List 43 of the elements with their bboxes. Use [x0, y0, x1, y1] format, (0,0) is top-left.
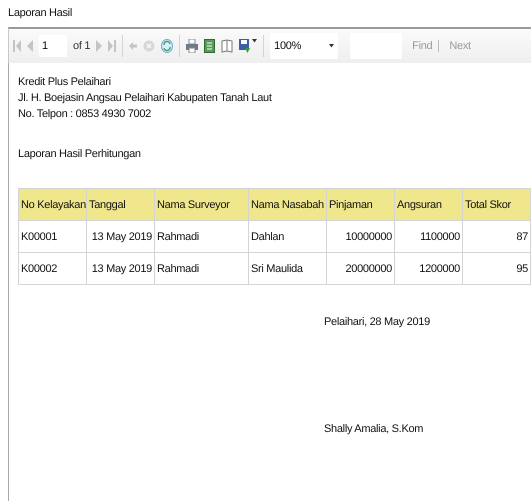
- caret-icon[interactable]: [252, 39, 258, 43]
- table-cell: Rahmadi: [154, 220, 248, 252]
- refresh-icon[interactable]: [161, 39, 174, 53]
- place-date-text: Pelaihari, 28 May 2019: [324, 316, 431, 328]
- page-layout-icon[interactable]: [204, 39, 216, 53]
- column-header: Angsuran: [394, 188, 462, 220]
- table-cell: 1100000: [394, 220, 462, 252]
- report-title: Laporan Hasil Perhitungan: [18, 148, 142, 160]
- print-icon[interactable]: [186, 39, 198, 53]
- column-header: Pinjaman: [326, 188, 394, 220]
- column-header: Nama Surveyor: [154, 188, 248, 220]
- table-cell: K00001: [18, 220, 86, 252]
- caret-icon[interactable]: [329, 44, 334, 48]
- table-cell: K00002: [18, 252, 86, 284]
- table-cell: 10000000: [326, 220, 394, 252]
- report-header-text: Jl. H. Boejasin Angsau Pelaihari Kabupaten Tanah Laut: [18, 91, 273, 106]
- table-cell: 1200000: [394, 252, 462, 284]
- table-cell: 13 May 2019: [86, 252, 154, 284]
- window-title: Laporan Hasil: [7, 6, 73, 21]
- table-cell: Rahmadi: [154, 252, 248, 284]
- signatory-name: Shally Amalia, S.Kom: [324, 423, 424, 435]
- report-header-text: No. Telpon : 0853 4930 7002: [18, 107, 152, 122]
- table-cell: 13 May 2019: [86, 220, 154, 252]
- column-header: No Kelayakan: [18, 188, 86, 220]
- column-header: Tanggal: [86, 188, 154, 220]
- zoom-dropdown[interactable]: 100%: [270, 33, 338, 59]
- previous-page-icon[interactable]: [27, 39, 33, 53]
- table-cell: Dahlan: [248, 220, 326, 252]
- export-button[interactable]: [239, 39, 258, 53]
- column-header: Total Skor: [462, 188, 530, 220]
- table-cell: 95: [462, 252, 530, 284]
- table-cell: 20000000: [326, 252, 394, 284]
- report-header-text: Kredit Plus Pelaihari: [18, 75, 112, 90]
- first-page-icon[interactable]: [13, 39, 21, 53]
- next-page-icon[interactable]: [96, 39, 102, 53]
- table-cell: Sri Maulida: [248, 252, 326, 284]
- column-header: Nama Nasabah: [248, 188, 326, 220]
- page-count: of 1: [73, 40, 90, 52]
- page-number-field[interactable]: 1: [39, 35, 67, 57]
- book-icon[interactable]: [221, 39, 234, 53]
- back-arrow-icon[interactable]: [129, 41, 138, 51]
- table-cell: 87: [462, 220, 530, 252]
- last-page-icon[interactable]: [108, 39, 116, 53]
